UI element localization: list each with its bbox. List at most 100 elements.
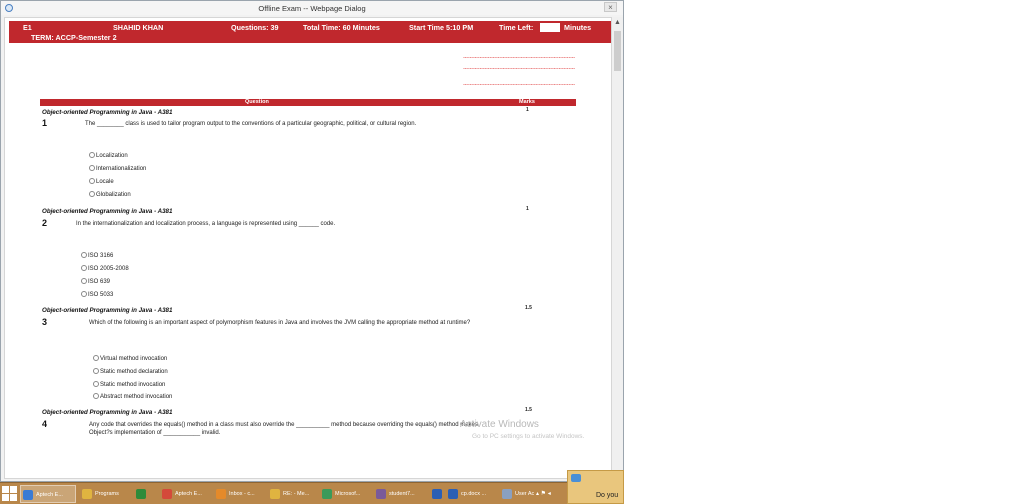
radio-button[interactable] <box>89 152 95 158</box>
total-time: Total Time: 60 Minutes <box>303 23 380 32</box>
radio-button[interactable] <box>81 265 87 271</box>
activation-watermark-subtext: Go to PC settings to activate Windows. <box>472 433 585 440</box>
taskbar-item[interactable]: cp.docx ... <box>446 485 496 503</box>
answer-option-label: Internationalization <box>96 166 147 172</box>
answer-option-label: Static method invocation <box>100 382 166 388</box>
radio-button[interactable] <box>93 393 99 399</box>
question-number: 2 <box>42 218 48 228</box>
answer-option[interactable]: Globalization <box>89 191 131 199</box>
separator-stars: ****************************************… <box>463 84 575 88</box>
question-table-header: Question Marks <box>40 99 576 106</box>
notification-popup[interactable]: Do you <box>567 470 624 504</box>
app-icon <box>432 489 442 499</box>
radio-button[interactable] <box>93 381 99 387</box>
notification-text: Do you <box>596 492 619 499</box>
dialog-window: Offline Exam -- Webpage Dialog × ▲ ▼ E1 … <box>0 0 624 482</box>
taskbar-item[interactable] <box>134 485 156 503</box>
answer-option[interactable]: ISO 2005-2008 <box>81 265 129 273</box>
separator-stars: ****************************************… <box>463 68 575 72</box>
radio-button[interactable] <box>93 355 99 361</box>
title-bar[interactable]: Offline Exam -- Webpage Dialog × <box>1 1 623 15</box>
taskbar-item[interactable]: User Acc... <box>500 485 534 503</box>
question-marks: 1 <box>526 206 529 212</box>
answer-option-label: Localization <box>96 153 128 159</box>
exam-header: E1 SHAHID KHAN Questions: 39 Total Time:… <box>9 21 611 43</box>
scrollbar-thumb[interactable] <box>614 31 621 71</box>
taskbar-item-label: Microsof... <box>335 491 361 497</box>
taskbar-item[interactable]: Aptech E... <box>160 485 210 503</box>
answer-option[interactable]: Internationalization <box>89 165 146 173</box>
student-name: SHAHID KHAN <box>113 23 164 32</box>
answer-option-label: ISO 2005-2008 <box>88 266 129 272</box>
answer-option[interactable]: Static method declaration <box>93 368 168 376</box>
question-subject: Object-oriented Programming in Java - A3… <box>42 208 173 215</box>
taskbar-item[interactable]: Programs <box>80 485 130 503</box>
taskbar-item[interactable]: Inbox - c... <box>214 485 264 503</box>
time-left-unit: Minutes <box>564 23 592 32</box>
answer-option[interactable]: Abstract method invocation <box>93 393 172 401</box>
time-left-label: Time Left: <box>499 23 534 32</box>
taskbar-item-label: Inbox - c... <box>229 491 255 497</box>
answer-option[interactable]: ISO 639 <box>81 278 110 286</box>
question-text: Any code that overrides the equals() met… <box>89 422 478 436</box>
app-icon <box>448 489 458 499</box>
question-text: The ________ class is used to tailor pro… <box>85 121 417 127</box>
question-number: 4 <box>42 419 48 429</box>
answer-option[interactable]: ISO 3166 <box>81 252 113 260</box>
radio-button[interactable] <box>81 291 87 297</box>
answer-option-label: ISO 639 <box>88 279 111 285</box>
radio-button[interactable] <box>89 191 95 197</box>
answer-option-label: Virtual method invocation <box>100 356 168 362</box>
term-label: TERM: ACCP-Semester 2 <box>31 33 117 42</box>
radio-button[interactable] <box>93 368 99 374</box>
app-icon <box>502 489 512 499</box>
question-text: In the internationalization and localiza… <box>76 221 336 227</box>
question-number: 1 <box>42 118 48 128</box>
marks-column-header: Marks <box>519 99 535 105</box>
question-text: Which of the following is an important a… <box>89 320 471 326</box>
app-icon <box>23 490 33 500</box>
taskbar-item-label: student7... <box>389 491 415 497</box>
taskbar-item[interactable]: Microsof... <box>320 485 370 503</box>
taskbar-item[interactable]: RE: - Me... <box>268 485 316 503</box>
question-count: Questions: 39 <box>231 23 279 32</box>
question-subject: Object-oriented Programming in Java - A3… <box>42 307 173 314</box>
taskbar-item-label: RE: - Me... <box>283 491 310 497</box>
answer-option[interactable]: Locale <box>89 178 114 186</box>
question-column-header: Question <box>245 99 269 105</box>
taskbar-item-label: cp.docx ... <box>461 491 487 497</box>
vertical-scrollbar[interactable]: ▲ ▼ <box>612 17 623 479</box>
taskbar-item-label: Aptech E... <box>36 492 63 498</box>
answer-option[interactable]: Static method invocation <box>93 381 165 389</box>
activation-watermark: Activate Windows <box>460 419 539 430</box>
taskbar: Aptech E... Programs Aptech E... Inbox - c.… <box>0 482 624 504</box>
answer-option[interactable]: Virtual method invocation <box>93 355 167 363</box>
notification-icon <box>571 474 581 482</box>
close-button[interactable]: × <box>604 2 617 12</box>
app-icon <box>216 489 226 499</box>
radio-button[interactable] <box>89 178 95 184</box>
question-marks: 1.5 <box>525 407 532 413</box>
exam-code: E1 <box>23 23 32 32</box>
taskbar-item-label: Aptech E... <box>175 491 202 497</box>
question-subject: Object-oriented Programming in Java - A3… <box>42 409 173 416</box>
taskbar-item[interactable]: Aptech E... <box>20 485 76 503</box>
app-icon <box>136 489 146 499</box>
radio-button[interactable] <box>89 165 95 171</box>
answer-option[interactable]: Localization <box>89 152 128 160</box>
answer-option[interactable]: ISO 5033 <box>81 291 113 299</box>
start-time: Start Time 5:10 PM <box>409 23 474 32</box>
system-tray[interactable]: ▴ ⚑ ◂ <box>536 485 566 503</box>
answer-option-label: ISO 3166 <box>88 253 114 259</box>
scroll-up-icon[interactable]: ▲ <box>612 19 623 26</box>
question-subject: Object-oriented Programming in Java - A3… <box>42 109 173 116</box>
windows-start-icon[interactable] <box>2 486 18 502</box>
answer-option-label: Abstract method invocation <box>100 394 173 400</box>
taskbar-item[interactable] <box>430 485 445 503</box>
radio-button[interactable] <box>81 252 87 258</box>
question-number: 3 <box>42 317 48 327</box>
answer-option-label: Static method declaration <box>100 369 168 375</box>
radio-button[interactable] <box>81 278 87 284</box>
app-icon <box>376 489 386 499</box>
taskbar-item[interactable]: student7... <box>374 485 426 503</box>
